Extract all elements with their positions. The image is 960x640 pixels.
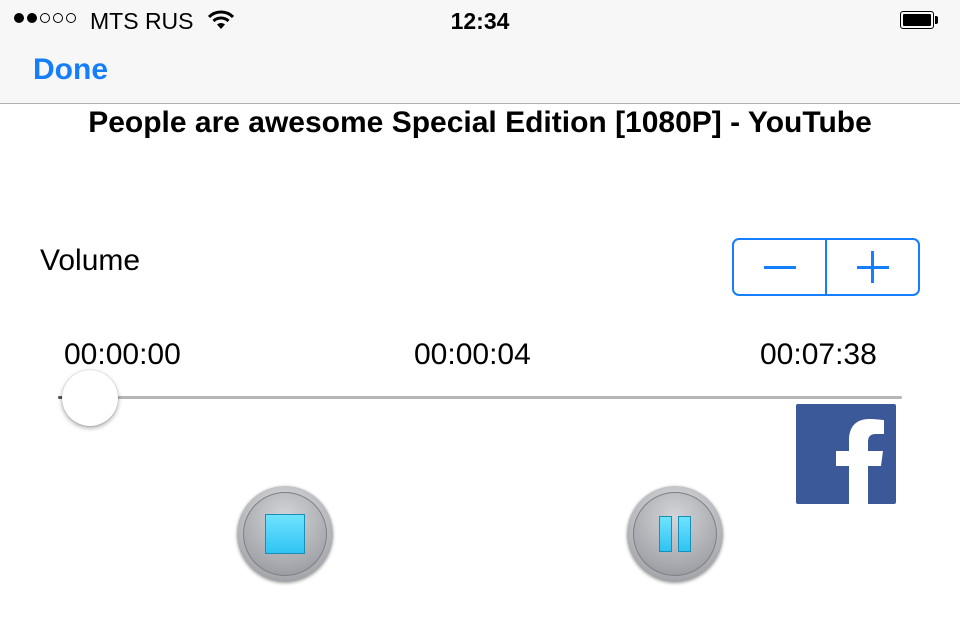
status-bar: MTS RUS 12:34 [0,0,960,40]
pause-button[interactable] [627,486,723,582]
facebook-icon [836,419,884,504]
status-time: 12:34 [450,8,510,34]
navigation-bar: Done [0,40,960,104]
volume-decrease-button[interactable] [734,240,827,294]
total-duration: 00:07:38 [760,338,877,371]
minus-icon [763,265,796,269]
volume-increase-button[interactable] [827,240,918,294]
current-time: 00:00:04 [414,338,531,371]
video-title: People are awesome Special Edition [1080… [88,106,872,139]
progress-slider-thumb[interactable] [62,370,118,426]
stop-button[interactable] [237,486,333,582]
battery-icon [900,11,938,29]
elapsed-time: 00:00:00 [64,338,181,371]
volume-stepper[interactable] [732,238,920,296]
volume-label: Volume [40,244,141,277]
progress-track[interactable] [64,396,902,399]
stop-icon [265,514,305,554]
facebook-share-button[interactable] [796,404,896,504]
done-button[interactable]: Done [33,53,108,87]
